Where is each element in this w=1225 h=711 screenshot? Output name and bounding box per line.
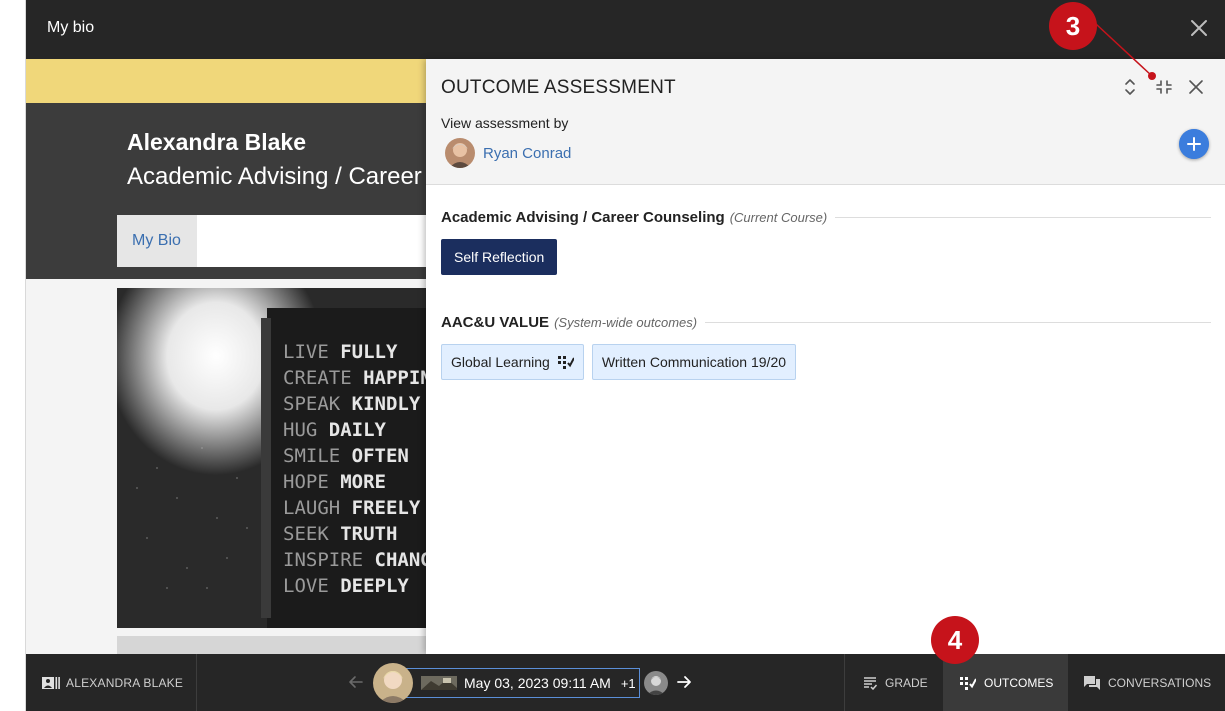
left-gutter [0, 0, 26, 711]
section-title: AAC&U VALUE (System-wide outcomes) [441, 312, 1211, 332]
assessor-name[interactable]: Ryan Conrad [483, 145, 571, 162]
modal-close-icon[interactable] [1187, 16, 1211, 40]
submission-date: May 03, 2023 09:11 AM [464, 675, 611, 691]
poster-line: HUG DAILY [283, 419, 387, 441]
panel-title: OUTCOME ASSESSMENT [441, 77, 676, 98]
outcome-assessment-panel: OUTCOME ASSESSMENT View assessment by Ry… [426, 59, 1225, 654]
section-divider [835, 216, 1211, 218]
next-student-avatar[interactable] [644, 671, 668, 695]
submission-thumbnail [421, 676, 457, 690]
outcome-chip-global-learning[interactable]: Global Learning [441, 344, 584, 380]
modal-title: My bio [47, 19, 95, 36]
chip-list: Global Learning Written Communication 19… [441, 344, 1211, 380]
previous-arrow-icon[interactable] [348, 674, 364, 690]
yellow-banner [26, 59, 426, 103]
poster-line: HOPE MORE [283, 471, 386, 493]
photo-lower-strip [117, 636, 426, 654]
screen: My bio Alexandra Blake Academic Advising… [0, 0, 1225, 711]
tab-grade[interactable]: GRADE [844, 654, 943, 711]
outcome-chip-self-reflection[interactable]: Self Reflection [441, 239, 558, 275]
section-title-main: AAC&U VALUE [441, 313, 550, 331]
bottom-bar: ALEXANDRA BLAKE May 03, 2023 09:11 AM +1 [26, 654, 1225, 711]
current-course-section: Academic Advising / Career Counseling (C… [441, 207, 1211, 275]
assessor-avatar [445, 138, 475, 168]
poster-line: SMILE OFTEN [283, 445, 409, 467]
panel-close-icon[interactable] [1185, 75, 1207, 99]
modal-header: My bio [26, 0, 1225, 59]
poster-image: LIVE FULLY CREATE HAPPIN SPEAK KINDLY HUG D… [117, 288, 426, 628]
student-name: ALEXANDRA BLAKE [66, 675, 184, 690]
poster-line: INSPIRE CHANG [283, 549, 426, 571]
add-assessment-button[interactable] [1179, 129, 1209, 159]
callout-3-pointer [1095, 23, 1156, 80]
next-arrow-icon[interactable] [676, 674, 692, 690]
outcome-chip-written-communication[interactable]: Written Communication 19/20 [591, 344, 797, 380]
grade-icon [864, 676, 877, 690]
poster-line: LAUGH FREELY [283, 497, 421, 519]
student-selector[interactable]: ALEXANDRA BLAKE [26, 654, 197, 711]
bio-course: Academic Advising / Career Counseling [127, 163, 426, 190]
tab-my-bio[interactable]: My Bio [117, 215, 197, 267]
section-divider [705, 321, 1211, 323]
student-card-icon [42, 676, 60, 689]
submission-selector[interactable]: May 03, 2023 09:11 AM +1 [405, 668, 640, 698]
outcomes-icon [960, 676, 976, 690]
section-title: Academic Advising / Career Counseling (C… [441, 207, 1211, 227]
submission-navigator: May 03, 2023 09:11 AM +1 [348, 654, 708, 711]
chip-label: Global Learning [451, 354, 550, 370]
section-title-sub: (System-wide outcomes) [554, 314, 698, 330]
callout-4: 4 [931, 616, 979, 664]
bio-photo: LIVE FULLY CREATE HAPPIN SPEAK KINDLY HUG D… [117, 288, 426, 628]
section-title-main: Academic Advising / Career Counseling [441, 208, 725, 226]
poster-line: SPEAK KINDLY [283, 393, 421, 415]
extra-submissions-count: +1 [620, 675, 636, 691]
section-title-sub: (Current Course) [729, 209, 828, 225]
system-outcomes-section: AAC&U VALUE (System-wide outcomes) Globa… [441, 312, 1211, 380]
poster-line: LIVE FULLY [283, 341, 398, 363]
conversations-icon [1084, 675, 1100, 690]
callout-3: 3 [1049, 2, 1097, 50]
view-assessment-label: View assessment by [441, 115, 569, 131]
chip-list: Self Reflection [441, 239, 1211, 275]
tab-grade-label: GRADE [885, 675, 928, 690]
poster-line: SEEK TRUTH [283, 523, 397, 545]
poster-line: CREATE HAPPIN [283, 367, 426, 389]
student-avatar [373, 663, 413, 703]
bio-page: Alexandra Blake Academic Advising / Care… [26, 59, 426, 654]
tab-conversations[interactable]: CONVERSATIONS [1068, 654, 1225, 711]
tab-conversations-label: CONVERSATIONS [1108, 675, 1212, 690]
assessor[interactable]: Ryan Conrad [445, 138, 571, 168]
tab-outcomes-label: OUTCOMES [984, 675, 1054, 690]
bio-tab-row: My Bio [117, 215, 426, 267]
bio-modal: My bio Alexandra Blake Academic Advising… [26, 0, 1225, 711]
poster-line: LOVE DEEPLY [283, 575, 409, 597]
outcomes-icon [557, 356, 574, 369]
bio-name: Alexandra Blake [127, 129, 306, 155]
